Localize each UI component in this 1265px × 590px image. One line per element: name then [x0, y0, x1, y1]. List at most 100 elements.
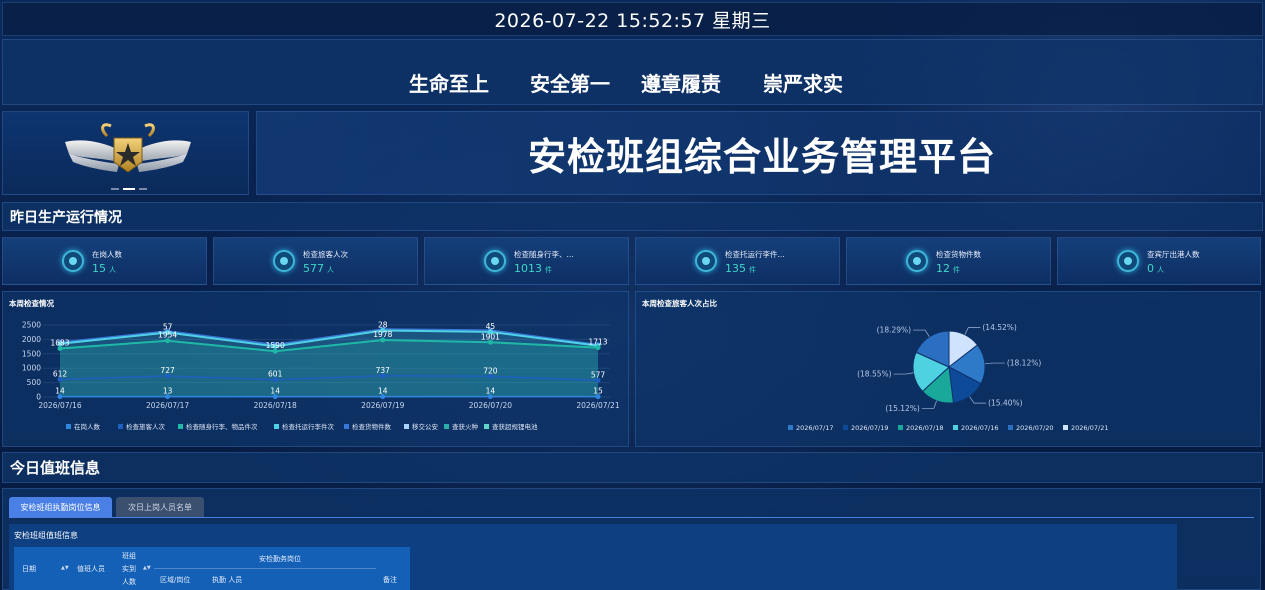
section-title-yesterday: 昨日生产运行情况 [2, 202, 1263, 231]
legend-label: 2026/07/18 [906, 424, 943, 432]
legend-swatch [843, 425, 848, 430]
stat-unit: 件 [545, 266, 552, 274]
tab-underline [9, 517, 1254, 518]
th-area[interactable]: 区域/岗位 [160, 575, 190, 585]
th-team-line2[interactable]: 实到 [122, 564, 136, 574]
pie-leader-line [913, 329, 930, 337]
slogan-bar [2, 39, 1263, 105]
stat-number: 577 [303, 262, 324, 275]
data-label: 28 [378, 320, 388, 329]
stat-card-passengers: 检查旅客人次 577 人 [213, 237, 418, 285]
stat-card-vip-hall: 查宾厅出港人数 0人 [1057, 237, 1261, 285]
stat-value: 1013 件 [514, 262, 552, 275]
shield-icon [695, 250, 717, 272]
x-tick-label: 2026/07/18 [254, 401, 297, 410]
stat-value: 12 件 [936, 262, 960, 275]
sort-icon[interactable]: ▲▼ [143, 565, 151, 571]
data-label: 612 [53, 369, 68, 378]
shield-icon [1117, 250, 1139, 272]
legend-label: 检查货物件数 [352, 422, 392, 431]
th-on-duty[interactable]: 执勤 人员 [212, 575, 242, 585]
stat-number: 12 [936, 262, 950, 275]
data-label: 720 [483, 366, 498, 375]
data-label: 1683 [50, 339, 69, 348]
stat-number: 0 [1147, 262, 1154, 275]
legend-label: 查获火种 [452, 422, 479, 431]
legend-label: 检查旅客人次 [126, 422, 166, 431]
slogan-1: 生命至上 [409, 72, 489, 96]
pie-leader-line [893, 372, 914, 375]
data-label: 14 [55, 387, 65, 396]
data-label: 601 [268, 370, 283, 379]
stat-value: 0人 [1147, 262, 1164, 275]
data-label: 737 [376, 366, 391, 375]
pie-leader-line [964, 327, 981, 335]
data-label: 15 [593, 387, 603, 396]
x-tick-label: 2026/07/20 [469, 401, 512, 410]
data-label: 13 [163, 387, 173, 396]
shield-icon [273, 250, 295, 272]
stat-number: 15 [92, 262, 106, 275]
legend-swatch [404, 424, 409, 429]
stat-card-cargo: 检查货物件数 12 件 [846, 237, 1051, 285]
weekly-line-chart[interactable]: 050010001500200025002026/07/16 2026/07/17… [3, 292, 630, 448]
legend-label: 查获超规锂电池 [492, 422, 538, 431]
header-divider [154, 568, 376, 569]
stat-label: 检查托运行李件... [725, 250, 785, 259]
legend-label: 2026/07/16 [961, 424, 998, 432]
x-tick-label: 2026/07/19 [361, 401, 404, 410]
platform-title: 安检班组综合业务管理平台 [528, 135, 997, 179]
legend-swatch [444, 424, 449, 429]
y-tick-label: 2500 [22, 321, 41, 330]
pie-label: (18.29%) [877, 326, 912, 335]
legend-label: 2026/07/17 [796, 424, 833, 432]
th-post-group: 安检勤务岗位 [259, 555, 301, 563]
sort-icon[interactable]: ▲▼ [61, 565, 69, 571]
tab-next-day-roster[interactable]: 次日上岗人员名单 [116, 497, 204, 518]
legend-label: 2026/07/21 [1071, 424, 1108, 432]
slogan-4: 崇严求实 [763, 72, 843, 96]
th-duty-staff[interactable]: 值班人员 [77, 564, 105, 574]
legend-label: 检查托运行李件次 [282, 422, 335, 431]
th-date[interactable]: 日期 [22, 564, 36, 574]
stat-label: 在岗人数 [92, 250, 122, 259]
stat-value: 135 件 [725, 262, 756, 275]
stat-label: 检查旅客人次 [303, 250, 348, 259]
stat-number: 1013 [514, 262, 542, 275]
legend-swatch [1008, 425, 1013, 430]
y-tick-label: 2000 [22, 335, 41, 344]
slogan-3: 遵章履责 [641, 72, 721, 96]
stat-label: 检查货物件数 [936, 250, 981, 259]
duty-table-header: 日期 ▲▼ 值班人员 班组 实到 ▲▼ 人数 安检勤务岗位 区域/岗位 执勤 人… [14, 547, 410, 590]
passenger-ratio-pie-chart[interactable]: (14.52%) (18.12%) (15.40%) (15.12%) (18.55%)… [636, 292, 1262, 448]
pie-leader-line [984, 362, 1005, 365]
datetime-display: 2026-07-22 15:52:57 星期三 [2, 2, 1263, 36]
legend-swatch [118, 424, 123, 429]
series-area [60, 340, 598, 397]
data-label: 14 [378, 387, 388, 396]
legend-label: 检查随身行李、物品件次 [186, 422, 258, 431]
data-label: 1901 [481, 332, 500, 341]
legend-label: 2026/07/20 [1016, 424, 1053, 432]
data-label: 1978 [373, 330, 392, 339]
pie-label: (15.40%) [988, 399, 1023, 408]
emblem-carousel[interactable] [2, 111, 249, 195]
th-team-line1[interactable]: 班组 [122, 551, 136, 561]
data-label: 45 [486, 322, 496, 331]
th-remark[interactable]: 备注 [383, 575, 397, 585]
data-label: 1590 [266, 341, 285, 350]
section-title-yesterday-text: 昨日生产运行情况 [10, 209, 122, 226]
stat-unit: 件 [953, 266, 960, 274]
x-tick-label: 2026/07/16 [38, 401, 81, 410]
th-team-line3[interactable]: 人数 [122, 577, 136, 587]
legend-label: 在岗人数 [74, 422, 101, 431]
tab-duty-post-info[interactable]: 安检班组执勤岗位信息 [9, 497, 112, 518]
stat-card-carry-on: 检查随身行李、... 1013 件 [424, 237, 629, 285]
legend-swatch [178, 424, 183, 429]
pie-label: (18.55%) [857, 370, 892, 379]
legend-swatch [1063, 425, 1068, 430]
pie-label: (14.52%) [982, 323, 1017, 332]
x-tick-label: 2026/07/21 [576, 401, 619, 410]
x-tick-label: 2026/07/17 [146, 401, 189, 410]
stat-card-checked-baggage: 检查托运行李件... 135 件 [635, 237, 840, 285]
